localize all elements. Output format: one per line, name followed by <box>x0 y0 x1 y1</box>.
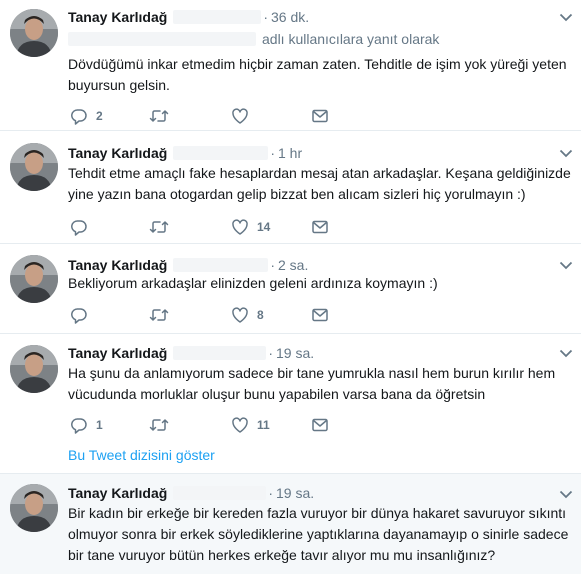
chevron-down-icon[interactable] <box>559 260 573 270</box>
like-button[interactable] <box>231 107 257 125</box>
reply-icon <box>71 109 87 125</box>
author-handle[interactable] <box>173 258 269 272</box>
tweet-time[interactable]: 19 sa. <box>276 485 314 501</box>
separator: · <box>268 485 273 501</box>
tweet-text: Ha şunu da anlamıyorum sadece bir tane y… <box>68 365 556 402</box>
chevron-down-icon[interactable] <box>559 148 573 158</box>
reply-context: adlı kullanıcılara yanıt olarak <box>68 30 439 48</box>
tweet-actions: 14 <box>68 218 368 236</box>
author-handle[interactable] <box>173 10 262 24</box>
retweet-button[interactable] <box>149 218 177 236</box>
tweet[interactable]: Tanay Karlıdağ · 36 dk. adlı kullanıcıla… <box>0 0 581 131</box>
like-count: 11 <box>257 418 270 432</box>
avatar-image <box>10 143 58 191</box>
message-button[interactable] <box>311 306 329 324</box>
like-count: 14 <box>257 220 271 234</box>
tweet[interactable]: Tanay Karlıdağ · 2 sa. Bekliyorum arkada… <box>0 244 581 334</box>
reply-button[interactable]: 2 <box>70 107 103 125</box>
reply-button[interactable] <box>70 306 96 324</box>
tweet-text: Bir kadın bir erkeğe bir kereden fazla v… <box>68 505 569 563</box>
like-count: 8 <box>257 308 264 322</box>
tweet-actions: 1 11 <box>68 416 368 434</box>
avatar-image <box>10 484 58 532</box>
show-thread-link[interactable]: Bu Tweet dizisini göster <box>68 447 215 463</box>
separator: · <box>268 345 273 361</box>
message-button[interactable] <box>311 107 329 125</box>
like-button[interactable]: 8 <box>231 306 264 324</box>
tweet-actions: 2 <box>68 107 368 125</box>
tweet-time[interactable]: 36 dk. <box>271 9 309 25</box>
like-button[interactable]: 11 <box>231 416 270 434</box>
author-handle[interactable] <box>173 146 269 160</box>
chevron-down-icon[interactable] <box>559 348 573 358</box>
author-name[interactable]: Tanay Karlıdağ <box>68 257 167 273</box>
author-name[interactable]: Tanay Karlıdağ <box>68 9 167 25</box>
tweet-actions: 8 <box>68 306 368 324</box>
retweet-icon <box>149 110 169 122</box>
reply-icon <box>71 418 87 434</box>
retweet-icon <box>149 309 169 321</box>
separator: · <box>270 257 275 273</box>
message-button[interactable] <box>311 416 329 434</box>
reply-to-users[interactable] <box>68 32 256 46</box>
tweet-time[interactable]: 1 hr <box>278 145 302 161</box>
avatar-image <box>10 345 58 393</box>
avatar[interactable] <box>10 484 58 532</box>
retweet-button[interactable] <box>149 107 177 125</box>
tweet[interactable]: Tanay Karlıdağ · 19 sa. Ha şunu da anlam… <box>0 334 581 474</box>
tweet[interactable]: Tanay Karlıdağ · 1 hr Tehdit etme amaçlı… <box>0 131 581 244</box>
tweet-time[interactable]: 2 sa. <box>278 257 308 273</box>
avatar[interactable] <box>10 345 58 393</box>
reply-count: 1 <box>96 418 103 432</box>
author-handle[interactable] <box>173 486 267 500</box>
author-name[interactable]: Tanay Karlıdağ <box>68 345 167 361</box>
avatar[interactable] <box>10 143 58 191</box>
reply-count: 2 <box>96 109 103 123</box>
tweet-time[interactable]: 19 sa. <box>276 345 314 361</box>
reply-icon <box>71 308 87 324</box>
tweet[interactable]: Tanay Karlıdağ · 19 sa. Bir kadın bir er… <box>0 474 581 574</box>
reply-icon <box>71 220 87 236</box>
retweet-button[interactable] <box>149 416 177 434</box>
like-button[interactable]: 14 <box>231 218 270 236</box>
avatar[interactable] <box>10 9 58 57</box>
retweet-button[interactable] <box>149 306 177 324</box>
reply-button[interactable] <box>70 218 96 236</box>
message-icon <box>312 308 328 322</box>
like-icon <box>232 417 248 433</box>
avatar[interactable] <box>10 255 58 303</box>
tweet-text: Bekliyorum arkadaşlar elinizden geleni a… <box>68 275 438 291</box>
message-icon <box>312 220 328 234</box>
avatar-image <box>10 255 58 303</box>
reply-context-label: adlı kullanıcılara yanıt olarak <box>262 31 440 47</box>
message-button[interactable] <box>311 218 329 236</box>
tweet-header: Tanay Karlıdağ · 1 hr <box>68 143 302 163</box>
tweet-text: Dövdüğümü inkar etmedim hiçbir zaman zat… <box>68 56 567 93</box>
message-icon <box>312 109 328 123</box>
avatar-image <box>10 9 58 57</box>
retweet-icon <box>149 221 169 233</box>
chevron-down-icon[interactable] <box>559 489 573 499</box>
tweet-header: Tanay Karlıdağ · 19 sa. <box>68 343 314 363</box>
retweet-icon <box>149 419 169 431</box>
tweet-header: Tanay Karlıdağ · 19 sa. <box>68 483 314 503</box>
tweet-header: Tanay Karlıdağ · 36 dk. <box>68 7 309 27</box>
like-icon <box>232 307 248 323</box>
author-name[interactable]: Tanay Karlıdağ <box>68 485 167 501</box>
tweet-header: Tanay Karlıdağ · 2 sa. <box>68 255 308 275</box>
separator: · <box>263 9 268 25</box>
like-icon <box>232 219 248 235</box>
author-handle[interactable] <box>173 346 267 360</box>
like-icon <box>232 108 248 124</box>
separator: · <box>270 145 275 161</box>
message-icon <box>312 418 328 432</box>
chevron-down-icon[interactable] <box>559 12 573 22</box>
reply-button[interactable]: 1 <box>70 416 103 434</box>
author-name[interactable]: Tanay Karlıdağ <box>68 145 167 161</box>
tweet-text: Tehdit etme amaçlı fake hesaplardan mesa… <box>68 165 571 202</box>
